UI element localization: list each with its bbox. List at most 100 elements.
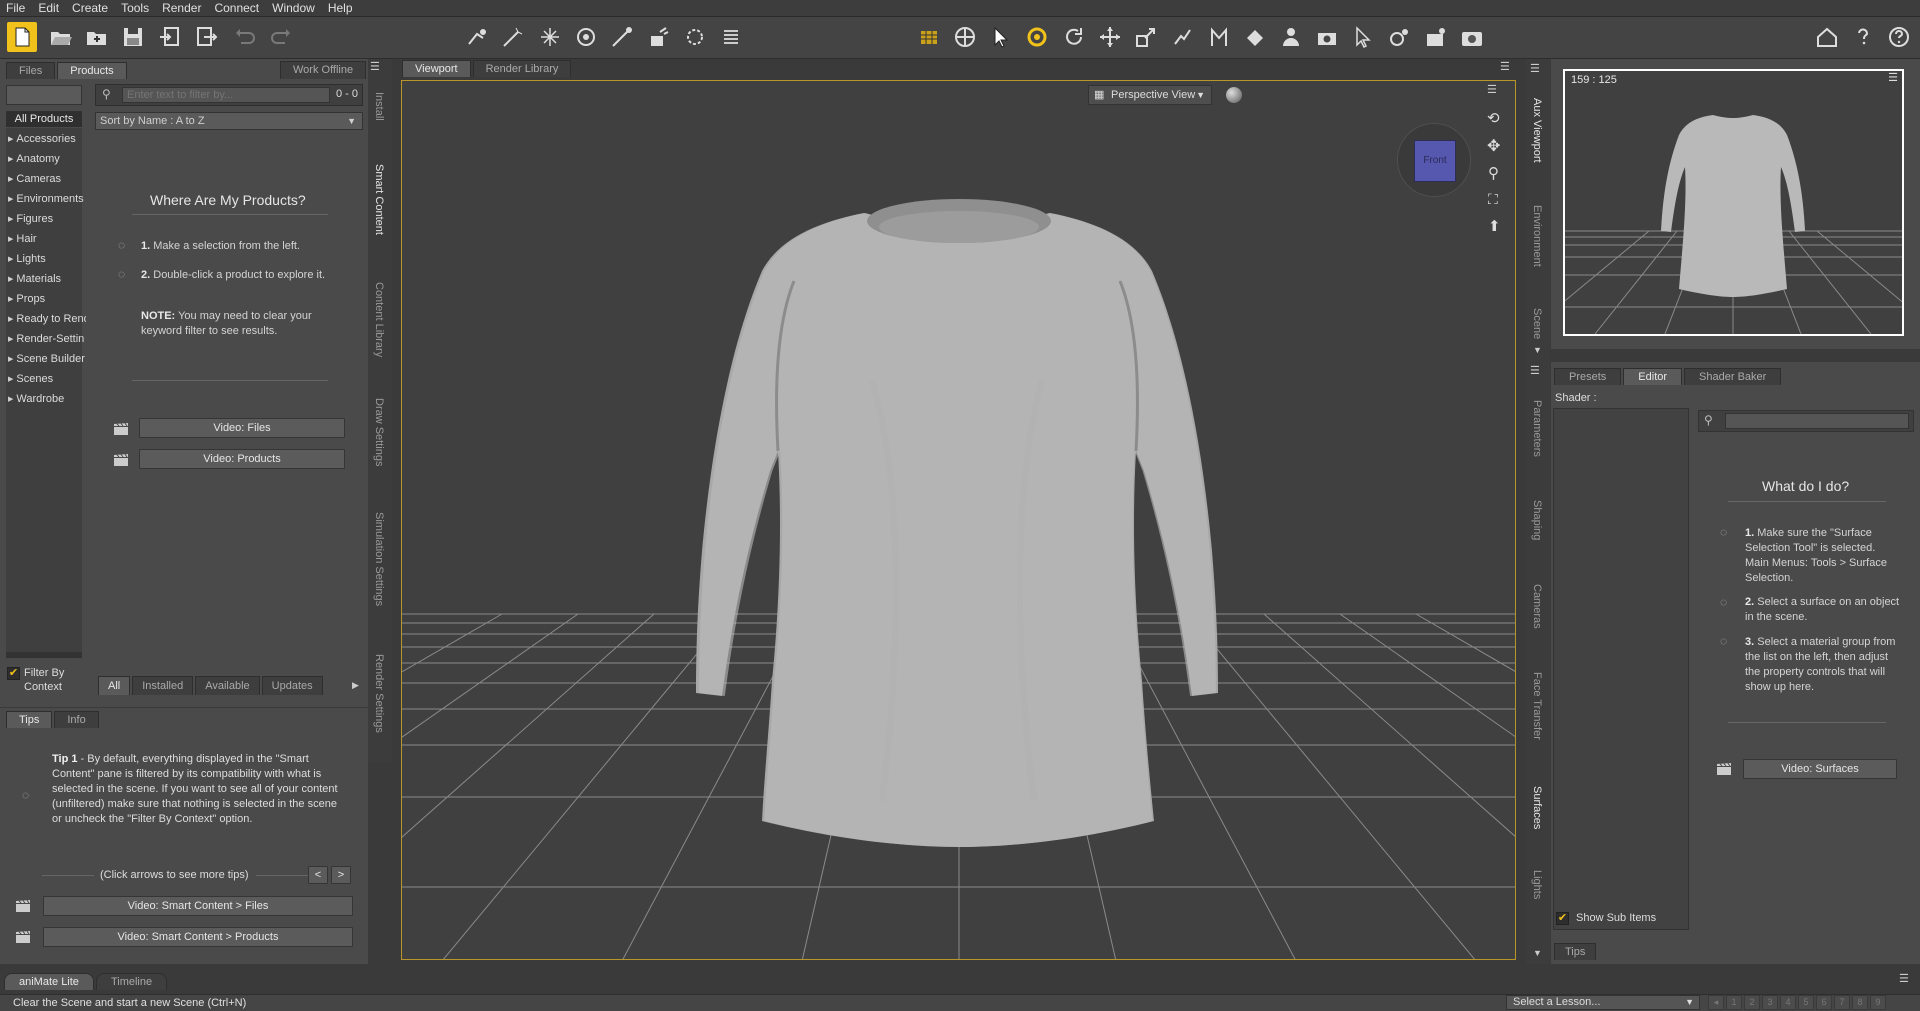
edge-tool-button[interactable] <box>607 22 637 52</box>
grid-toggle-button[interactable] <box>914 22 944 52</box>
show-sub-items-checkbox[interactable]: ✔ <box>1556 912 1569 925</box>
camera-tool-button[interactable] <box>1312 22 1342 52</box>
menu-render[interactable]: Render <box>162 1 201 15</box>
video-surfaces-button[interactable]: Video: Surfaces <box>1743 759 1897 779</box>
figure-setup-button[interactable] <box>1276 22 1306 52</box>
surface-filter-input[interactable] <box>1725 413 1909 429</box>
menu-tools[interactable]: Tools <box>121 1 149 15</box>
viewport-pane-menu-icon[interactable]: ☰ <box>1500 60 1510 73</box>
category-item[interactable]: Scene Builder <box>8 353 85 365</box>
lesson-step-button[interactable]: 2 <box>1744 995 1760 1010</box>
whats-this-button[interactable] <box>1848 22 1878 52</box>
help-button[interactable] <box>1884 22 1914 52</box>
translate-button[interactable] <box>1095 22 1125 52</box>
filter-input[interactable] <box>122 87 330 103</box>
scroll-down-icon[interactable]: ▼ <box>1533 948 1542 958</box>
menu-create[interactable]: Create <box>72 1 108 15</box>
reset-view-icon[interactable]: ⬆ <box>1488 217 1501 235</box>
material-group-list[interactable] <box>1553 408 1689 930</box>
select-tool-button[interactable] <box>1348 22 1378 52</box>
vtab-face-transfer[interactable]: Face Transfer <box>1531 672 1543 740</box>
surface-selection-button[interactable] <box>1240 22 1270 52</box>
region-select-button[interactable] <box>680 22 710 52</box>
tab-all[interactable]: All <box>98 676 131 695</box>
viewport-options-icon[interactable]: ☰ <box>1487 83 1497 96</box>
undo-button[interactable] <box>230 22 260 52</box>
lesson-step-button[interactable]: 4 <box>1780 995 1796 1010</box>
vtab-surfaces[interactable]: Surfaces <box>1531 786 1543 829</box>
lesson-dropdown[interactable]: Select a Lesson... ▼ <box>1506 995 1700 1010</box>
menu-help[interactable]: Help <box>328 1 353 15</box>
vtab-render-settings[interactable]: Render Settings <box>373 654 385 733</box>
vtab-environment[interactable]: Environment <box>1531 205 1543 267</box>
aux-pane-menu-icon[interactable]: ☰ <box>1530 62 1540 75</box>
scroll-down-icon[interactable]: ▼ <box>1533 345 1542 355</box>
category-item[interactable]: Figures <box>8 213 53 225</box>
universal-tool-button[interactable] <box>950 22 980 52</box>
redo-button[interactable] <box>266 22 296 52</box>
lesson-step-button[interactable]: 8 <box>1852 995 1868 1010</box>
figure-tool-button[interactable] <box>1167 22 1197 52</box>
all-products-item[interactable]: All Products <box>6 111 82 127</box>
category-item[interactable]: Lights <box>8 253 45 265</box>
tab-timeline[interactable]: Timeline <box>95 973 168 990</box>
node-tool-button[interactable] <box>1385 22 1415 52</box>
tab-presets[interactable]: Presets <box>1554 368 1622 385</box>
open-button[interactable] <box>46 22 76 52</box>
vtab-scene[interactable]: Scene <box>1531 308 1543 339</box>
tab-editor[interactable]: Editor <box>1623 368 1683 385</box>
tab-info[interactable]: Info <box>54 711 99 728</box>
category-item[interactable]: Props <box>8 293 45 305</box>
joint-editor-button[interactable] <box>498 22 528 52</box>
vtab-smart-content[interactable]: Smart Content <box>373 164 385 235</box>
vtab-content-library[interactable]: Content Library <box>373 282 385 357</box>
tab-animate-lite[interactable]: aniMate Lite <box>4 973 94 990</box>
view-cube-face[interactable]: Front <box>1414 140 1456 182</box>
video-files-button[interactable]: Video: Files <box>139 418 345 438</box>
view-selector[interactable]: ▦ Perspective View ▼ <box>1088 85 1212 105</box>
render-button[interactable] <box>1457 22 1487 52</box>
category-scrollbar[interactable] <box>6 652 82 658</box>
render-settings-button[interactable] <box>1421 22 1451 52</box>
video-smart-content-files-button[interactable]: Video: Smart Content > Files <box>43 896 353 916</box>
tab-available[interactable]: Available <box>195 676 260 695</box>
category-item[interactable]: Hair <box>8 233 36 245</box>
scale-button[interactable] <box>1131 22 1161 52</box>
zoom-icon[interactable]: ⚲ <box>1488 164 1499 182</box>
next-tip-button[interactable]: > <box>331 866 351 884</box>
tab-viewport[interactable]: Viewport <box>402 60 471 77</box>
category-item[interactable]: Accessories <box>8 133 75 145</box>
view-cube[interactable]: Front <box>1397 123 1471 197</box>
category-item[interactable]: Anatomy <box>8 153 59 165</box>
toolbar-menu-button[interactable] <box>716 22 746 52</box>
rotate-button[interactable] <box>1059 22 1089 52</box>
joint-editor-tool-button[interactable] <box>1204 22 1234 52</box>
lesson-step-button[interactable]: 9 <box>1870 995 1886 1010</box>
tab-files[interactable]: Files <box>6 62 56 79</box>
category-dropdown[interactable] <box>6 85 82 105</box>
vtab-install[interactable]: Install <box>373 92 385 121</box>
menu-file[interactable]: File <box>6 1 25 15</box>
tab-updates[interactable]: Updates <box>261 676 323 695</box>
tab-render-library[interactable]: Render Library <box>472 60 572 77</box>
menu-window[interactable]: Window <box>272 1 315 15</box>
export-button[interactable] <box>191 22 221 52</box>
filter-context-checkbox[interactable]: ✔ <box>7 667 20 680</box>
new-scene-button[interactable] <box>7 22 37 52</box>
active-pose-button[interactable] <box>1022 22 1052 52</box>
work-offline-button[interactable]: Work Offline <box>280 61 367 79</box>
geometry-editor-button[interactable] <box>535 22 565 52</box>
node-selection-button[interactable] <box>986 22 1016 52</box>
vtab-draw-settings[interactable]: Draw Settings <box>373 398 385 466</box>
tab-products[interactable]: Products <box>57 62 127 79</box>
tab-tips[interactable]: Tips <box>6 711 53 728</box>
vtab-shaping[interactable]: Shaping <box>1531 500 1543 540</box>
menu-connect[interactable]: Connect <box>214 1 259 15</box>
video-products-button[interactable]: Video: Products <box>139 449 345 469</box>
lesson-step-button[interactable]: 1 <box>1726 995 1742 1010</box>
draw-style-sphere-icon[interactable] <box>1226 87 1242 103</box>
node-weight-tool-button[interactable] <box>462 22 492 52</box>
tab-surfaces-tips[interactable]: Tips <box>1554 943 1597 960</box>
category-item[interactable]: Wardrobe <box>8 393 64 405</box>
vtab-parameters[interactable]: Parameters <box>1531 400 1543 457</box>
